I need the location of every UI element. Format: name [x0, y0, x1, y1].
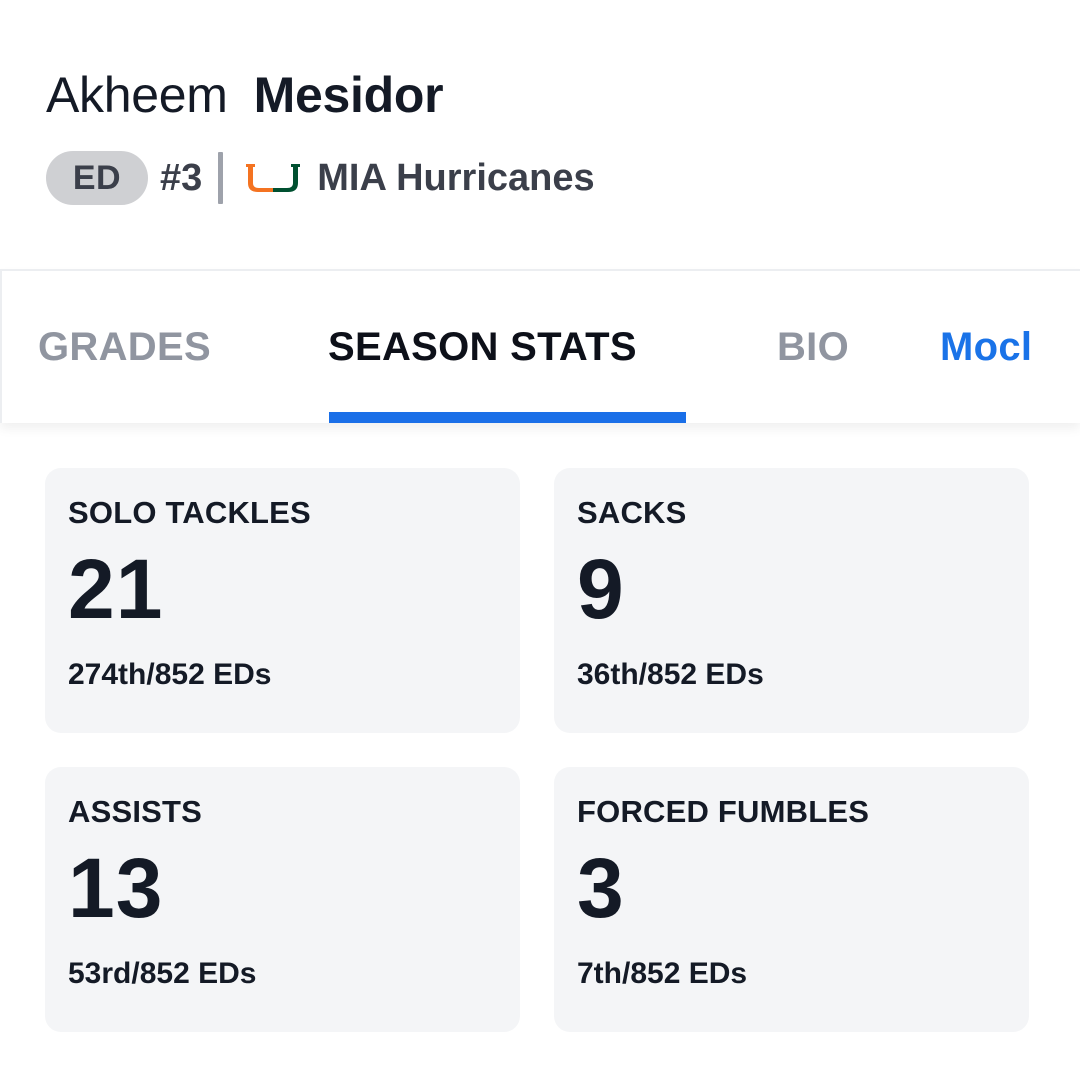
stat-card-sacks: SACKS 9 36th/852 EDs [554, 468, 1029, 733]
stat-value: 13 [68, 841, 164, 935]
stat-value: 21 [68, 542, 164, 636]
jersey-number: #3 [160, 156, 203, 199]
active-tab-indicator [329, 412, 686, 423]
stat-value: 9 [577, 542, 625, 636]
stat-card-forced-fumbles: FORCED FUMBLES 3 7th/852 EDs [554, 767, 1029, 1032]
tab-mock[interactable]: Mocl [940, 271, 1032, 423]
position-badge: ED [46, 151, 148, 205]
stat-label: ASSISTS [68, 794, 203, 829]
stat-label: FORCED FUMBLES [577, 794, 870, 829]
tab-bio[interactable]: BIO [777, 271, 849, 423]
stat-label: SACKS [577, 495, 687, 530]
stat-rank: 274th/852 EDs [68, 658, 272, 691]
player-header: Akheem Mesidor ED #3 MIA Hurricanes [46, 70, 1046, 206]
stat-rank: 7th/852 EDs [577, 957, 748, 990]
tab-grades[interactable]: GRADES [38, 271, 211, 423]
miami-u-logo-icon [245, 163, 301, 193]
stat-value: 3 [577, 841, 625, 935]
meta-divider [218, 152, 224, 204]
player-meta: ED #3 MIA Hurricanes [46, 150, 1046, 206]
player-name: Akheem Mesidor [46, 70, 1046, 120]
player-first-name: Akheem [46, 67, 228, 123]
player-last-name: Mesidor [253, 67, 444, 123]
stat-label: SOLO TACKLES [68, 495, 311, 530]
team-name[interactable]: MIA Hurricanes [317, 157, 594, 200]
tab-season-stats[interactable]: SEASON STATS [328, 271, 637, 423]
stat-card-assists: ASSISTS 13 53rd/852 EDs [45, 767, 520, 1032]
stat-card-solo-tackles: SOLO TACKLES 21 274th/852 EDs [45, 468, 520, 733]
stat-rank: 53rd/852 EDs [68, 957, 257, 990]
tab-bar: GRADES SEASON STATS BIO Mocl [0, 269, 1080, 423]
stat-rank: 36th/852 EDs [577, 658, 764, 691]
